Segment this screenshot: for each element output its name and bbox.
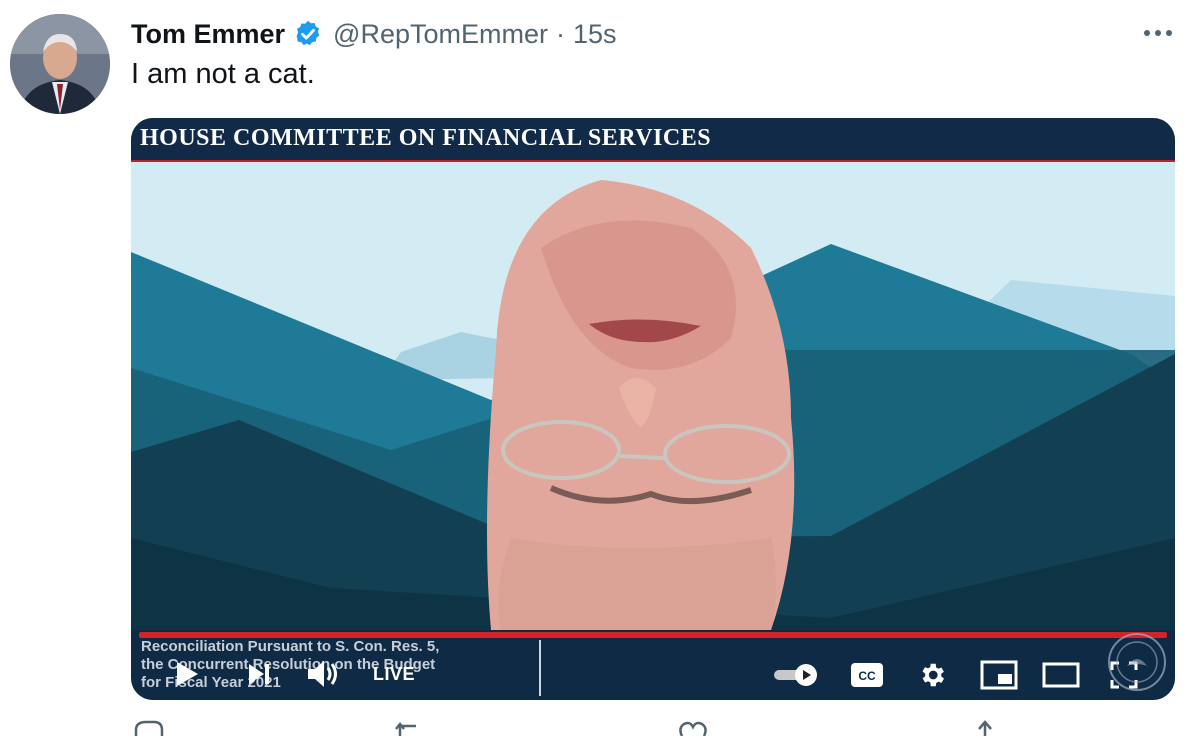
avatar[interactable] xyxy=(10,14,110,114)
theater-icon[interactable] xyxy=(1041,660,1081,690)
banner-title: HOUSE COMMITTEE ON FINANCIAL SERVICES xyxy=(140,125,712,151)
next-icon[interactable] xyxy=(243,658,275,690)
video-frame xyxy=(131,118,1175,700)
tweet-actions xyxy=(0,718,1200,737)
reply-icon[interactable] xyxy=(132,718,166,736)
retweet-icon[interactable] xyxy=(392,718,426,736)
live-label[interactable]: LIVE xyxy=(373,664,415,685)
tweet-text: I am not a cat. xyxy=(131,58,315,90)
share-icon[interactable] xyxy=(968,718,1002,736)
timestamp[interactable]: 15s xyxy=(573,19,617,50)
svg-text:CC: CC xyxy=(858,669,876,683)
play-icon[interactable] xyxy=(171,658,203,690)
like-icon[interactable] xyxy=(676,718,710,737)
settings-icon[interactable] xyxy=(915,658,949,692)
author-handle[interactable]: @RepTomEmmer xyxy=(333,19,548,50)
volume-icon[interactable] xyxy=(303,656,343,692)
house-seal-icon xyxy=(1107,632,1167,692)
separator-dot: · xyxy=(556,18,565,49)
video-player[interactable]: HOUSE COMMITTEE ON FINANCIAL SERVICES Re… xyxy=(131,118,1175,700)
captions-icon[interactable]: CC xyxy=(849,660,885,690)
autoplay-toggle-icon[interactable] xyxy=(771,662,821,688)
miniplayer-icon[interactable] xyxy=(979,658,1019,692)
more-options-icon[interactable] xyxy=(1135,18,1181,48)
verified-badge-icon xyxy=(293,19,323,49)
tweet-header: Tom Emmer @RepTomEmmer · 15s xyxy=(131,17,617,51)
author-name[interactable]: Tom Emmer xyxy=(131,19,285,50)
tweet: Tom Emmer @RepTomEmmer · 15s I am not a … xyxy=(0,0,1200,737)
caption-divider xyxy=(539,640,541,696)
video-banner: HOUSE COMMITTEE ON FINANCIAL SERVICES xyxy=(131,118,1175,162)
